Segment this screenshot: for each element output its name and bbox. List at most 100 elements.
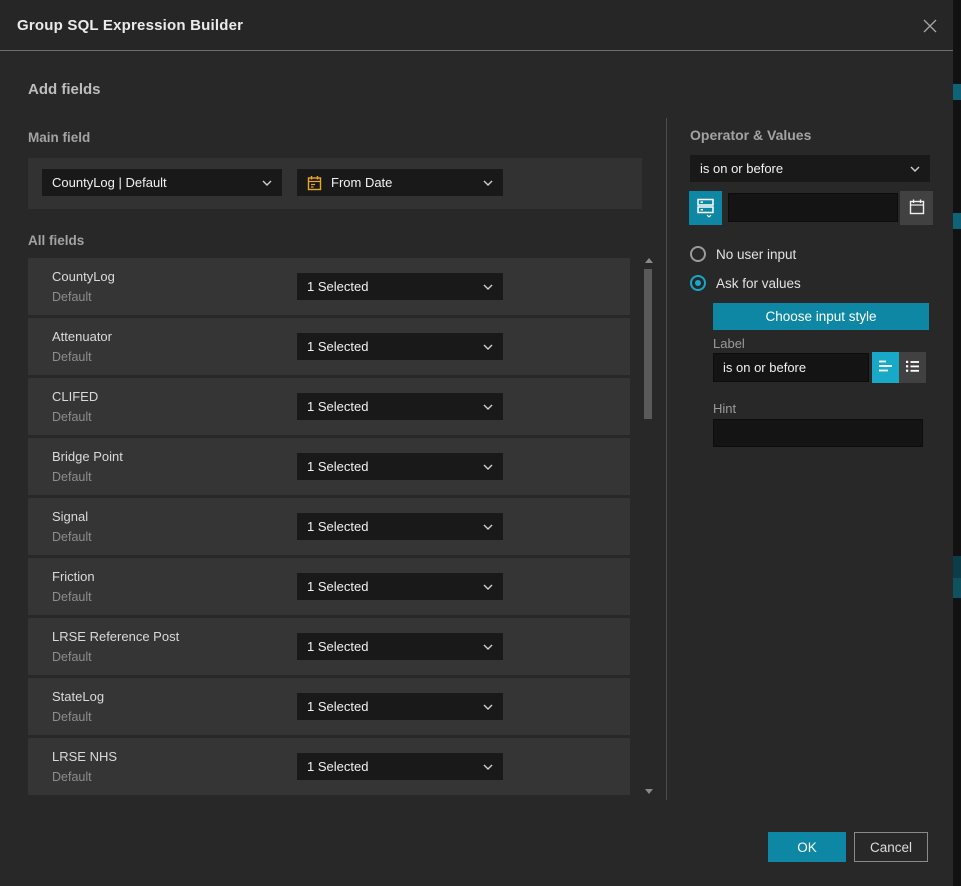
field-row: Attenuator Default 1 Selected (28, 318, 630, 375)
scroll-up-arrow-icon[interactable] (645, 258, 653, 263)
field-values-select-value: 1 Selected (307, 759, 483, 774)
field-values-select-value: 1 Selected (307, 339, 483, 354)
list-icon (904, 358, 922, 377)
field-sublabel: Default (52, 290, 92, 304)
field-values-select-value: 1 Selected (307, 519, 483, 534)
main-field-select[interactable]: From Date (297, 169, 503, 196)
radio-checked-icon (690, 275, 706, 291)
chevron-down-icon (483, 344, 493, 350)
field-row: StateLog Default 1 Selected (28, 678, 630, 735)
chevron-down-icon (483, 464, 493, 470)
radio-label: No user input (716, 247, 796, 262)
field-values-select[interactable]: 1 Selected (297, 573, 503, 600)
field-sublabel: Default (52, 590, 92, 604)
dialog-title: Group SQL Expression Builder (17, 0, 243, 51)
close-button[interactable] (917, 14, 943, 40)
field-values-select-value: 1 Selected (307, 279, 483, 294)
field-values-select[interactable]: 1 Selected (297, 753, 503, 780)
unique-values-icon (695, 196, 717, 221)
date-field-icon (307, 175, 322, 191)
layer-select-value: CountyLog | Default (52, 175, 262, 190)
all-fields-label: All fields (28, 233, 84, 248)
align-left-icon (877, 358, 895, 377)
calendar-icon (908, 198, 926, 219)
field-row: Signal Default 1 Selected (28, 498, 630, 555)
background-fragment (953, 84, 961, 100)
radio-no-user-input[interactable]: No user input (690, 246, 796, 262)
chevron-down-icon (483, 644, 493, 650)
field-sublabel: Default (52, 470, 92, 484)
field-row: CountyLog Default 1 Selected (28, 258, 630, 315)
field-row: LRSE Reference Post Default 1 Selected (28, 618, 630, 675)
field-values-select-value: 1 Selected (307, 399, 483, 414)
background-app-strip (953, 0, 961, 886)
field-values-select[interactable]: 1 Selected (297, 333, 503, 360)
field-sublabel: Default (52, 350, 92, 364)
field-name: Bridge Point (52, 449, 123, 464)
field-sublabel: Default (52, 710, 92, 724)
background-fragment (953, 556, 961, 578)
field-name: LRSE NHS (52, 749, 117, 764)
label-input[interactable] (713, 353, 869, 382)
field-values-select[interactable]: 1 Selected (297, 693, 503, 720)
field-row: Bridge Point Default 1 Selected (28, 438, 630, 495)
chevron-down-icon (910, 166, 920, 172)
field-values-select[interactable]: 1 Selected (297, 633, 503, 660)
operator-select[interactable]: is on or before (690, 155, 930, 182)
hint-field-label: Hint (713, 401, 736, 416)
scroll-down-arrow-icon[interactable] (645, 789, 653, 794)
radio-label: Ask for values (716, 276, 801, 291)
all-fields-list: CountyLog Default 1 Selected Attenuator … (28, 258, 630, 798)
field-name: Attenuator (52, 329, 112, 344)
chevron-down-icon (483, 284, 493, 290)
field-name: LRSE Reference Post (52, 629, 179, 644)
field-name: CLIFED (52, 389, 98, 404)
field-sublabel: Default (52, 650, 92, 664)
screen: Group SQL Expression Builder Add fields … (0, 0, 961, 886)
chevron-down-icon (262, 180, 272, 186)
field-sublabel: Default (52, 410, 92, 424)
main-field-label: Main field (28, 130, 90, 145)
field-row: LRSE NHS Default 1 Selected (28, 738, 630, 795)
cancel-button[interactable]: Cancel (854, 832, 928, 862)
field-sublabel: Default (52, 530, 92, 544)
background-fragment (953, 213, 961, 229)
chevron-down-icon (483, 524, 493, 530)
background-fragment (953, 578, 961, 598)
field-values-select-value: 1 Selected (307, 639, 483, 654)
close-icon (921, 17, 939, 38)
scrollbar-thumb[interactable] (644, 269, 652, 419)
chevron-down-icon (483, 584, 493, 590)
field-name: CountyLog (52, 269, 115, 284)
unique-values-button[interactable] (689, 191, 722, 225)
chevron-down-icon (483, 704, 493, 710)
radio-unchecked-icon (690, 246, 706, 262)
field-name: Friction (52, 569, 95, 584)
field-values-select[interactable]: 1 Selected (297, 453, 503, 480)
input-style-single-line-button[interactable] (872, 352, 899, 383)
field-values-select[interactable]: 1 Selected (297, 513, 503, 540)
radio-ask-for-values[interactable]: Ask for values (690, 275, 801, 291)
list-scrollbar[interactable] (644, 256, 653, 796)
operator-select-value: is on or before (700, 161, 910, 176)
field-sublabel: Default (52, 770, 92, 784)
hint-input[interactable] (713, 419, 923, 447)
ok-button[interactable]: OK (768, 832, 846, 862)
date-picker-button[interactable] (900, 191, 933, 225)
dialog-header: Group SQL Expression Builder (0, 0, 953, 51)
field-values-select[interactable]: 1 Selected (297, 393, 503, 420)
chevron-down-icon (483, 764, 493, 770)
field-values-select[interactable]: 1 Selected (297, 273, 503, 300)
chevron-down-icon (483, 404, 493, 410)
field-name: Signal (52, 509, 88, 524)
label-field-label: Label (713, 336, 745, 351)
value-input[interactable] (728, 193, 898, 222)
layer-select[interactable]: CountyLog | Default (42, 169, 282, 196)
field-name: StateLog (52, 689, 104, 704)
input-style-list-button[interactable] (899, 352, 926, 383)
choose-input-style-button[interactable]: Choose input style (713, 303, 929, 330)
main-field-select-value: From Date (331, 175, 483, 190)
group-sql-expression-builder-dialog: Group SQL Expression Builder Add fields … (0, 0, 953, 886)
field-values-select-value: 1 Selected (307, 579, 483, 594)
panel-divider (666, 118, 667, 800)
